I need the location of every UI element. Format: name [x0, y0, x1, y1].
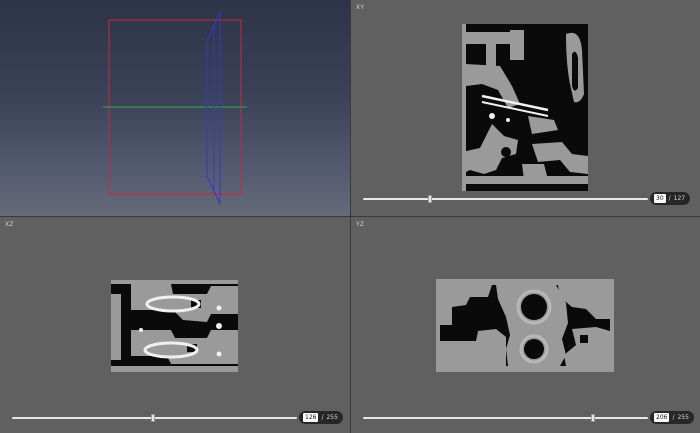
xy-slice-slider[interactable] — [363, 198, 648, 200]
viewer-grid: XY 30 / 127 XZ 126 / 255 YZ 206 / 255 — [0, 0, 700, 433]
yz-view-label: YZ — [356, 221, 365, 228]
yz-slider-thumb[interactable] — [591, 414, 596, 422]
xz-slice-total: 255 — [326, 414, 338, 421]
xy-slice-total: 127 — [673, 195, 686, 202]
xz-slider-thumb[interactable] — [150, 414, 155, 422]
yz-slice-counter: 206 / 255 — [650, 411, 694, 424]
xz-slice-image[interactable] — [111, 280, 238, 372]
3d-view-pane[interactable] — [0, 0, 350, 216]
yz-slice-image[interactable] — [436, 279, 614, 372]
yz-slice-slider[interactable] — [363, 417, 648, 419]
xy-view-label: XY — [356, 4, 365, 11]
yz-slice-total: 255 — [677, 414, 689, 421]
yz-counter-separator: / — [672, 414, 675, 421]
3d-scene[interactable] — [0, 0, 350, 216]
xy-slice-input[interactable]: 30 — [654, 194, 666, 203]
xz-view-label: XZ — [5, 221, 14, 228]
xz-counter-separator: / — [321, 414, 324, 421]
xy-slice-counter: 30 / 127 — [650, 192, 691, 205]
xy-slider-thumb[interactable] — [428, 195, 433, 203]
xz-slice-input[interactable]: 126 — [303, 413, 319, 422]
xz-slice-counter: 126 / 255 — [299, 411, 343, 424]
yz-view-pane[interactable]: YZ 206 / 255 — [351, 217, 700, 433]
xy-counter-separator: / — [668, 195, 671, 202]
yz-slice-input[interactable]: 206 — [654, 413, 670, 422]
xy-slice-image[interactable] — [462, 24, 588, 191]
xz-view-pane[interactable]: XZ 126 / 255 — [0, 217, 350, 433]
horizontal-divider[interactable] — [0, 216, 700, 217]
xy-view-pane[interactable]: XY 30 / 127 — [351, 0, 700, 216]
